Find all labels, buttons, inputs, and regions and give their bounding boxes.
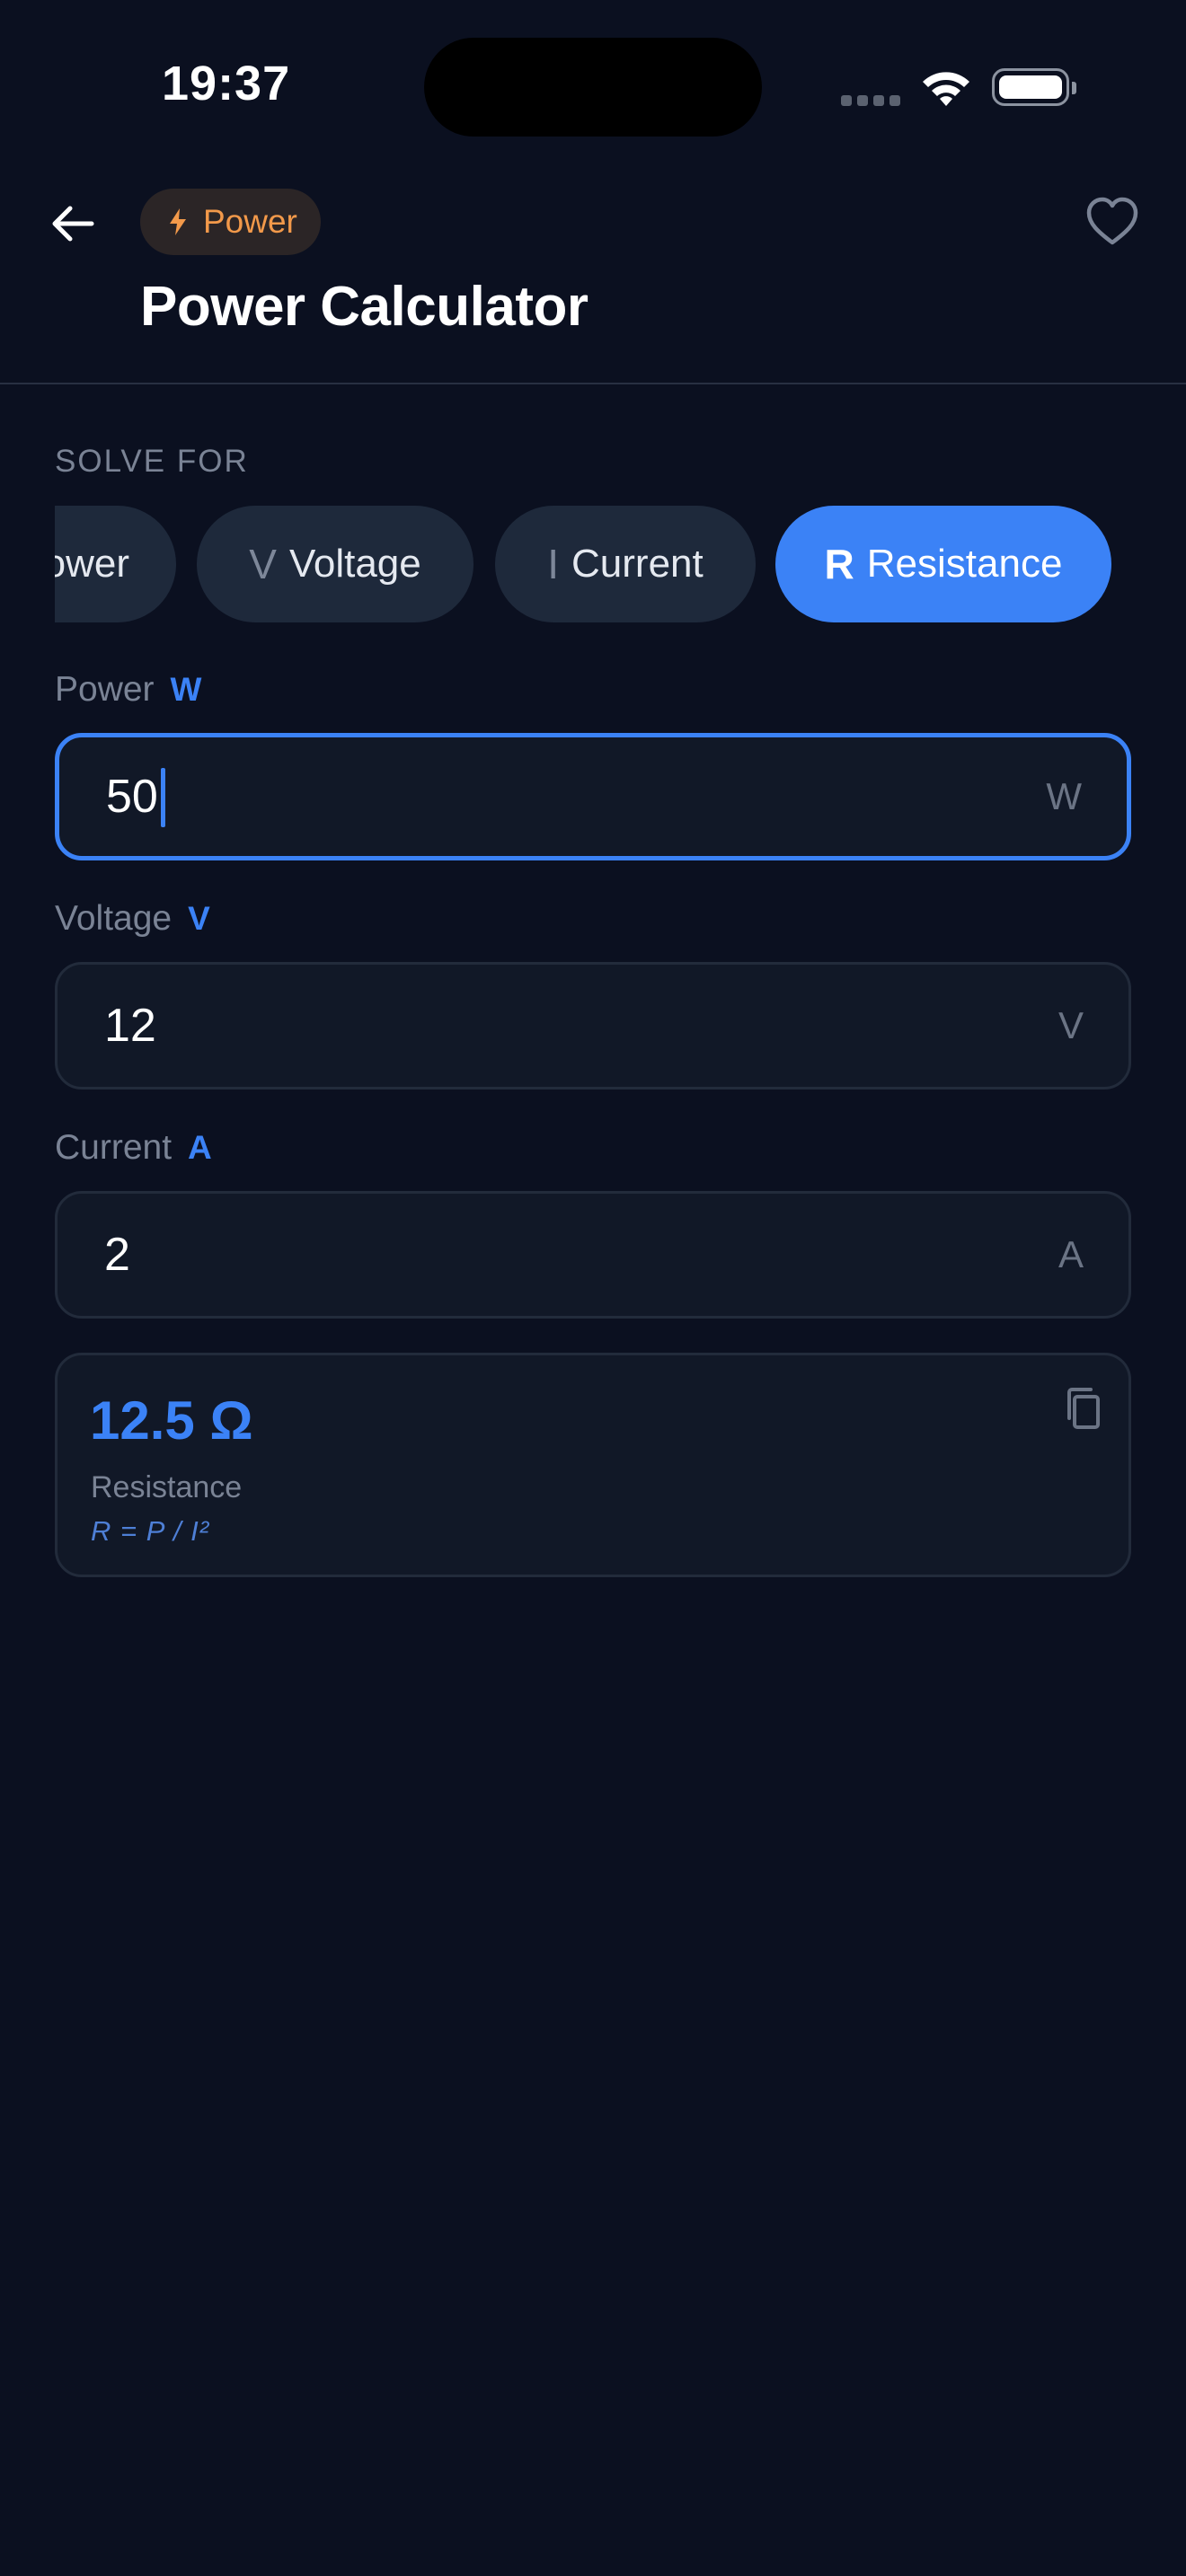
chip-voltage[interactable]: V Voltage	[197, 506, 474, 622]
dynamic-island	[424, 38, 762, 137]
status-time: 19:37	[162, 57, 291, 110]
result-card: 12.5 Ω Resistance R = P / I²	[55, 1353, 1131, 1577]
power-input[interactable]	[106, 737, 915, 856]
chip-label: ower	[55, 542, 129, 586]
chip-power[interactable]: ower	[55, 506, 176, 622]
copy-icon[interactable]	[1064, 1386, 1103, 1431]
cellular-signal-icon	[841, 95, 902, 106]
field-unit-tag: W	[170, 671, 202, 708]
current-input-box[interactable]: A	[55, 1191, 1131, 1319]
chip-resistance[interactable]: R Resistance	[775, 506, 1111, 622]
result-name: Resistance	[91, 1470, 243, 1504]
page-title: Power Calculator	[140, 276, 589, 338]
field-unit-tag: A	[188, 1129, 212, 1166]
category-badge-label: Power	[203, 203, 297, 240]
field-label-text: Power	[55, 670, 155, 709]
result-formula: R = P / I²	[91, 1515, 210, 1547]
chip-current[interactable]: I Current	[495, 506, 756, 622]
text-caret	[161, 768, 165, 827]
power-field-label: Power W	[55, 670, 201, 710]
bolt-icon	[170, 208, 186, 235]
field-unit: W	[1046, 775, 1082, 817]
chip-label: Current	[571, 542, 704, 586]
voltage-input-box[interactable]: V	[55, 962, 1131, 1090]
solve-for-label: SOLVE FOR	[55, 444, 249, 479]
current-field-label: Current A	[55, 1128, 212, 1168]
back-arrow-icon[interactable]	[49, 199, 97, 248]
voltage-field-label: Voltage V	[55, 899, 210, 939]
battery-icon	[992, 68, 1076, 106]
result-value: 12.5 Ω	[90, 1390, 253, 1451]
power-input-box[interactable]: W	[55, 733, 1131, 860]
wifi-icon	[923, 72, 969, 106]
field-unit: A	[1058, 1233, 1084, 1275]
field-label-text: Voltage	[55, 899, 173, 938]
heart-outline-icon[interactable]	[1085, 196, 1139, 248]
field-label-text: Current	[55, 1128, 173, 1167]
category-badge: Power	[140, 189, 321, 255]
chip-symbol: V	[249, 541, 277, 587]
field-unit: V	[1058, 1004, 1084, 1046]
voltage-input[interactable]	[104, 965, 913, 1087]
chip-label: Resistance	[866, 542, 1063, 586]
solve-for-chip-row[interactable]: ower V Voltage I Current R Resistance	[55, 506, 1186, 622]
chip-label: Voltage	[288, 542, 421, 586]
chip-symbol: I	[547, 541, 560, 587]
current-input[interactable]	[104, 1194, 913, 1316]
field-unit-tag: V	[188, 900, 210, 937]
header-divider	[0, 383, 1186, 384]
chip-symbol: R	[824, 541, 854, 587]
